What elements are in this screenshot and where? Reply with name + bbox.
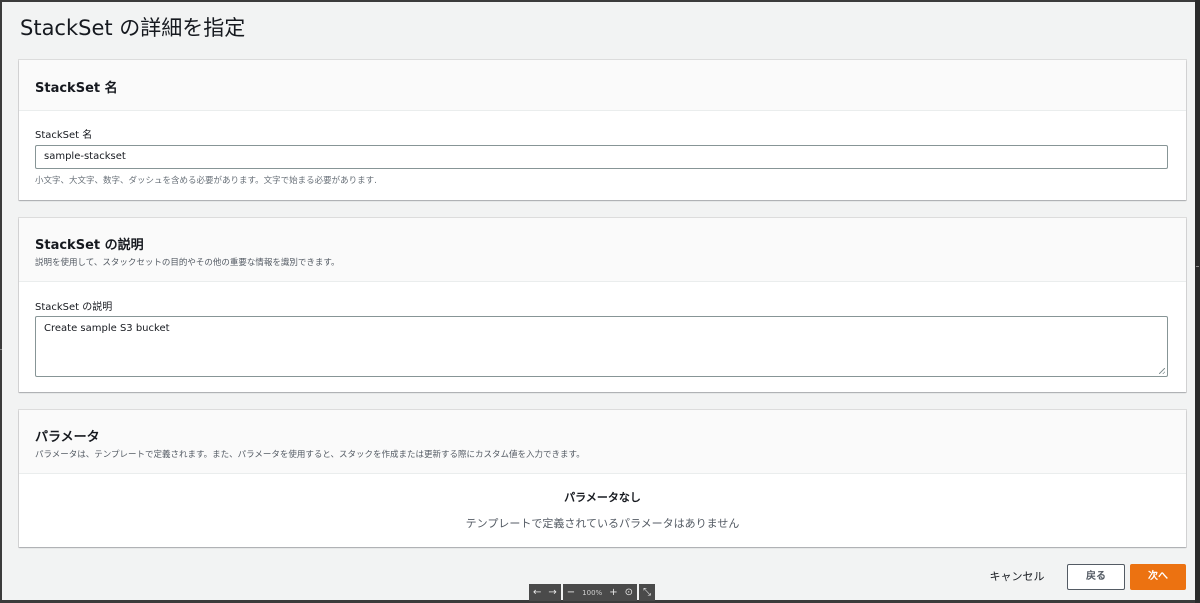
stackset-name-panel-title: StackSet 名 (35, 81, 118, 96)
cancel-button[interactable]: キャンセル (977, 564, 1057, 590)
stackset-description-panel-header: StackSet の説明 説明を使用して、スタックセットの目的やその他の重要な情… (19, 218, 1186, 282)
page-title: StackSet の詳細を指定 (20, 16, 246, 40)
back-button[interactable]: 戻る (1067, 564, 1125, 590)
stackset-name-panel-header: StackSet 名 (19, 60, 1186, 111)
zoom-out-icon[interactable]: − (567, 587, 575, 598)
stackset-name-input[interactable]: sample-stackset (35, 145, 1168, 169)
edge-marker (1196, 266, 1199, 267)
parameters-panel-title: パラメータ (35, 430, 100, 445)
zoom-in-icon[interactable]: + (609, 587, 617, 598)
zoom-toolbar: ← → − 100% + ⊙ ⤡ (529, 584, 655, 601)
stackset-name-panel-body: StackSet 名 sample-stackset 小文字、大文字、数字、ダッ… (19, 111, 1186, 200)
edge-marker (0, 349, 2, 350)
zoom-control-group: − 100% + ⊙ (562, 584, 637, 601)
stackset-description-textarea[interactable]: Create sample S3 bucket (35, 316, 1168, 377)
stackset-name-panel: StackSet 名 StackSet 名 sample-stackset 小文… (19, 60, 1186, 200)
stackset-description-panel-title: StackSet の説明 (35, 238, 144, 253)
window-edge (1195, 0, 1200, 603)
history-nav-group: ← → (529, 584, 561, 601)
wizard-page: StackSet の詳細を指定 StackSet 名 StackSet 名 sa… (2, 2, 1195, 600)
parameters-panel: パラメータ パラメータは、テンプレートで定義されます。また、パラメータを使用する… (19, 410, 1186, 547)
no-parameters-title: パラメータなし (564, 491, 641, 504)
parameters-panel-desc: パラメータは、テンプレートで定義されます。また、パラメータを使用すると、スタック… (35, 450, 585, 460)
parameters-panel-body: パラメータなし テンプレートで定義されているパラメータはありません (19, 474, 1186, 547)
parameters-panel-header: パラメータ パラメータは、テンプレートで定義されます。また、パラメータを使用する… (19, 410, 1186, 474)
stackset-description-panel-desc: 説明を使用して、スタックセットの目的やその他の重要な情報を識別できます。 (35, 258, 340, 268)
fit-screen-icon[interactable]: ⤡ (643, 587, 651, 598)
next-button[interactable]: 次へ (1130, 564, 1186, 590)
fit-group: ⤡ (638, 584, 655, 601)
forward-arrow-icon[interactable]: → (548, 587, 556, 598)
stackset-name-hint: 小文字、大文字、数字、ダッシュを含める必要があります。文字で始まる必要があります… (35, 176, 377, 186)
reset-zoom-icon[interactable]: ⊙ (625, 587, 633, 598)
stackset-name-label: StackSet 名 (35, 130, 93, 141)
back-arrow-icon[interactable]: ← (533, 587, 541, 598)
resize-grip-icon[interactable] (1159, 368, 1165, 374)
no-parameters-desc: テンプレートで定義されているパラメータはありません (465, 517, 740, 530)
stackset-description-label: StackSet の説明 (35, 302, 113, 313)
stackset-description-panel-body: StackSet の説明 Create sample S3 bucket (19, 282, 1186, 392)
zoom-level: 100% (582, 588, 603, 597)
stackset-description-panel: StackSet の説明 説明を使用して、スタックセットの目的やその他の重要な情… (19, 218, 1186, 392)
stackset-description-value: Create sample S3 bucket (44, 323, 170, 334)
